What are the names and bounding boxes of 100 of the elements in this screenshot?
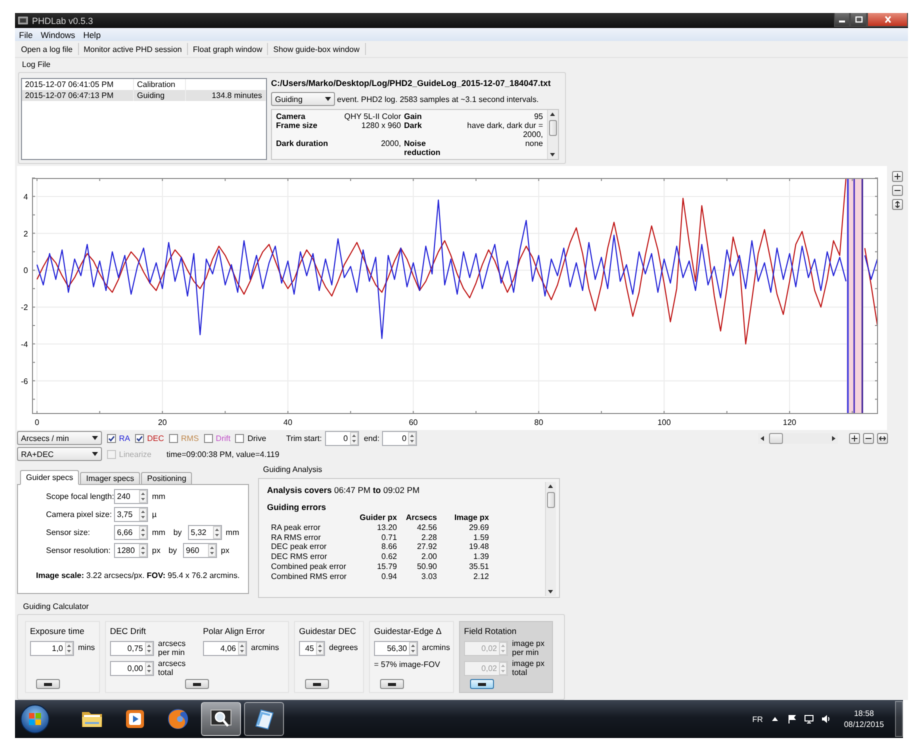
stepper-arrows-icon[interactable] [212,526,221,538]
section-title: Polar Align Error [203,625,266,637]
spin-box[interactable]: 1,0 [30,641,74,656]
scroll-thumb[interactable] [547,492,555,508]
dash-button[interactable] [305,679,329,689]
fit-button[interactable] [877,432,888,444]
checkbox[interactable] [107,434,116,442]
stepper-arrows-icon[interactable] [408,432,416,444]
stepper-arrows-icon[interactable] [350,432,358,444]
stepper-arrows-icon[interactable] [409,642,417,655]
close-button[interactable] [867,13,908,27]
list-row[interactable]: 2015-12-07 06:47:13 PM Guiding 134.8 minutes [22,90,266,101]
stepper-arrows-icon[interactable] [208,544,216,556]
tab[interactable]: Positioning [141,472,192,485]
menu-item[interactable]: Help [79,30,105,40]
spin-box[interactable]: 4,06 [203,641,247,656]
spin-box[interactable]: 6,66 [114,524,148,540]
spin-box[interactable]: 1280 [114,542,148,558]
dash-button[interactable] [380,679,404,689]
network-icon[interactable] [804,714,814,724]
checkbox[interactable] [135,434,144,442]
tick-label: 60 [408,418,418,427]
spin-box[interactable]: 45 [299,641,325,656]
show-desktop-button[interactable] [895,701,903,737]
menu-item[interactable]: File [15,30,37,40]
spin-box[interactable]: 5,32 [188,524,222,540]
dash-button[interactable] [470,679,494,689]
down-arrow-icon[interactable] [548,150,557,159]
section-list[interactable]: 2015-12-07 06:41:05 PM Calibration 2015-12-07 06:47:13 PM Guiding 134.8 minutes [21,78,267,160]
dropdown[interactable]: Guiding [271,92,335,106]
spin-box[interactable]: 0,00 [110,661,154,676]
dropdown[interactable]: Arcsecs / min [17,431,102,445]
toolbar-button[interactable]: Float graph window [188,42,268,56]
stepper-arrows-icon[interactable] [65,642,73,655]
spin-box[interactable]: 3,75 [114,506,148,522]
dash-button[interactable] [185,679,209,689]
menu-item[interactable]: Windows [36,30,80,40]
scroll-thumb[interactable] [769,432,783,444]
table-cell-text: 0.71 [380,532,397,542]
speaker-icon[interactable] [820,714,831,724]
zoom-in-button[interactable] [849,432,860,444]
checkbox[interactable] [235,434,244,442]
spin-box[interactable]: 56,30 [374,641,418,656]
dropdown[interactable]: RA+DEC [17,447,102,461]
vertical-scrollbar[interactable] [545,482,556,596]
checkbox-label[interactable]: RA [119,434,130,442]
down-arrow-icon[interactable] [546,587,555,596]
checkbox[interactable] [204,434,213,442]
checkbox-label[interactable]: DEC [147,434,164,442]
toolbar-button[interactable]: Open a log file [16,42,78,56]
flag-icon[interactable] [786,714,797,724]
tab[interactable]: Guider specs [20,470,80,485]
spin-box[interactable]: 0,75 [110,641,154,656]
zoom-out-button[interactable] [863,432,874,444]
checkbox-label[interactable]: Drift [216,434,230,442]
horizontal-scrollbar[interactable] [758,432,838,444]
window-title: PHDLab v0.5.3 [32,16,94,26]
zoom-in-button[interactable] [892,171,903,182]
fit-button[interactable] [892,199,903,210]
checkbox-label[interactable]: Drive [247,434,266,442]
toolbar-button[interactable]: Show guide-box window [268,42,365,56]
file-path: C:/Users/Marko/Desktop/Log/PHD2_GuideLog_2015-12-07_184047.txt [271,78,552,89]
spin-box[interactable]: 0 [324,430,359,446]
stepper-arrows-icon[interactable] [139,526,147,538]
minimize-button[interactable] [834,13,850,27]
stepper-arrows-icon[interactable] [145,662,153,675]
maximize-button[interactable] [850,13,867,27]
taskbar-app-button[interactable] [244,702,284,736]
group-title: Guiding Analysis [262,464,324,476]
stepper-arrows-icon[interactable] [238,642,246,655]
up-arrow-icon[interactable] [546,482,555,491]
scroll-thumb[interactable] [549,120,557,136]
checkbox[interactable] [169,434,178,442]
vertical-scrollbar[interactable] [547,110,558,159]
calculator-section[interactable]: Exposure time 1,0 mins [25,621,100,693]
taskbar-app-button[interactable] [201,702,241,736]
toolbar-button[interactable]: Monitor active PHD session [78,42,187,56]
stepper-arrows-icon[interactable] [316,642,324,655]
dash-button[interactable] [36,679,60,689]
tick-label: 80 [534,418,544,427]
clock-time[interactable]: 18:58 [854,709,874,718]
left-arrow-icon[interactable] [758,434,767,442]
right-arrow-icon[interactable] [829,434,838,442]
analysis-range-text: Analysis covers 06:47 PM to 09:02 PM [267,485,421,496]
stepper-arrows-icon[interactable] [145,642,153,655]
clock-date[interactable]: 08/12/2015 [844,720,884,729]
tab[interactable]: Imager specs [80,472,140,485]
zoom-out-button[interactable] [892,185,903,196]
stepper-arrows-icon[interactable] [139,544,147,556]
spin-box[interactable]: 960 [182,542,217,558]
up-arrow-icon[interactable] [548,110,557,119]
language-indicator[interactable]: FR [752,714,763,724]
tick-label: 20 [158,418,167,427]
calculator-section[interactable]: Guidestar-Edge Δ 56,30 arcmins = 57% image-FOV [369,621,454,693]
calculator-section[interactable]: Guidestar DEC 45 degrees [294,621,364,693]
calculator-section[interactable]: DEC Drift 0,75 arcsecs per min 0,00 arcsecs total Polar Align Error 4,06 arcmins [105,621,289,693]
stepper-arrows-icon[interactable] [139,508,147,520]
spin-box[interactable]: 0 [382,430,418,446]
stepper-arrows-icon[interactable] [139,490,147,502]
spin-box[interactable]: 240 [114,488,148,504]
